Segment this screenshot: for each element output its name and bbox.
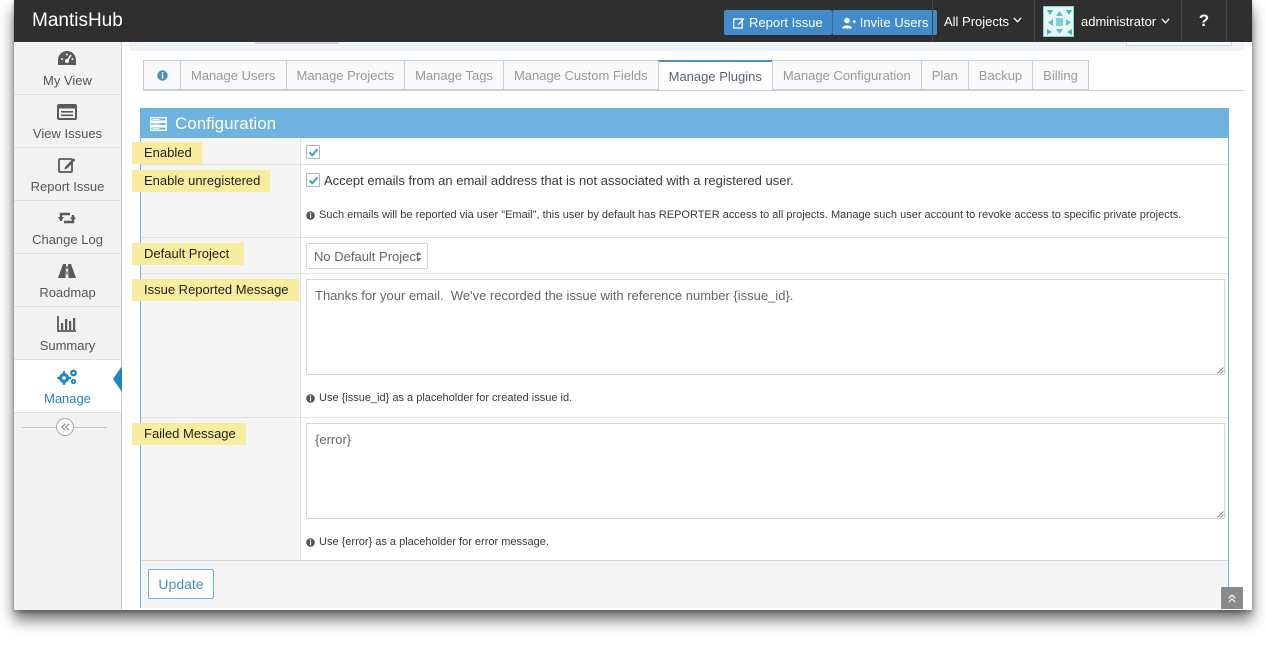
user-menu[interactable]: administrator [1035, 0, 1182, 42]
help-text: Such emails will be reported via user "E… [319, 209, 1182, 221]
active-indicator [113, 366, 122, 392]
top-strip [130, 42, 1244, 51]
enable-unregistered-label: Enable unregistered [132, 170, 271, 192]
dashboard-icon [58, 51, 76, 65]
info-icon [306, 210, 315, 220]
scroll-to-top-button[interactable] [1221, 587, 1243, 609]
sidebar-item-label: View Issues [32, 126, 103, 141]
help-button[interactable]: ? [1182, 0, 1227, 42]
configuration-header: Configuration [141, 109, 1228, 138]
tab-manage-users[interactable]: Manage Users [180, 60, 286, 90]
edit-icon [58, 158, 76, 173]
user-plus-icon [841, 17, 856, 28]
tab-manage-plugins[interactable]: Manage Plugins [657, 60, 772, 91]
tab-plan[interactable]: Plan [920, 60, 968, 90]
sidebar-item-label: My View [43, 73, 92, 88]
issue-reported-message-label: Issue Reported Message [132, 279, 299, 301]
check-icon [308, 176, 319, 185]
tab-billing[interactable]: Billing [1032, 60, 1089, 90]
top-navbar: MantisHub Report Issue Invite Users All … [14, 0, 1252, 42]
info-icon [306, 537, 315, 547]
road-icon [58, 264, 76, 278]
failed-message-help: Use {error} as a placeholder for error m… [306, 536, 549, 548]
chevron-down-icon [1013, 17, 1022, 23]
default-project-value: No Default Project [314, 248, 420, 264]
issue-reported-message-textarea[interactable]: Thanks for your email. We've recorded th… [306, 279, 1225, 375]
row-issue-reported-message: Issue Reported Message Thanks for your e… [132, 274, 1228, 418]
sidebar-item-label: Change Log [32, 232, 103, 247]
sidebar-collapse-button[interactable] [56, 418, 74, 436]
help-text: Use {error} as a placeholder for error m… [319, 536, 549, 548]
resize-grip-icon[interactable] [1217, 511, 1224, 518]
tab-info[interactable] [143, 60, 180, 90]
server-list-icon [150, 116, 167, 131]
info-icon [156, 69, 168, 81]
main-content: Manage Users Manage Projects Manage Tags… [123, 42, 1252, 610]
sidebar-item-label: Summary [39, 338, 96, 353]
chevron-down-icon [1161, 18, 1170, 24]
enable-unregistered-text: Accept emails from an email address that… [324, 173, 794, 188]
enable-unregistered-help: Such emails will be reported via user "E… [306, 209, 1181, 221]
sidebar-collapse-bar [14, 413, 121, 441]
tab-manage-projects[interactable]: Manage Projects [285, 60, 405, 90]
report-issue-button[interactable]: Report Issue [724, 10, 832, 35]
project-selector[interactable]: All Projects [932, 0, 1035, 42]
list-icon [57, 104, 77, 120]
configuration-title: Configuration [175, 113, 277, 133]
tab-manage-custom-fields[interactable]: Manage Custom Fields [502, 60, 658, 90]
sidebar-item-report-issue[interactable]: Report Issue [14, 148, 121, 201]
issue-reported-message-help: Use {issue_id} as a placeholder for crea… [306, 392, 572, 404]
resize-grip-icon[interactable] [1217, 367, 1224, 374]
help-text: Use {issue_id} as a placeholder for crea… [319, 392, 573, 404]
app-window: MantisHub Report Issue Invite Users All … [14, 0, 1252, 610]
manage-tabs: Manage Users Manage Projects Manage Tags… [143, 60, 1089, 91]
row-default-project: Default Project No Default Project [132, 238, 1228, 274]
sidebar-item-change-log[interactable]: Change Log [14, 201, 121, 254]
sidebar-item-label: Manage [44, 391, 91, 406]
bar-chart-icon [57, 316, 76, 332]
enable-unregistered-checkbox[interactable] [306, 173, 320, 187]
edit-icon [733, 17, 745, 29]
report-issue-label: Report Issue [749, 15, 823, 30]
invite-users-button[interactable]: Invite Users [831, 10, 938, 35]
row-failed-message: Failed Message {error} Use {error} as a … [132, 418, 1228, 561]
invite-users-label: Invite Users [859, 15, 929, 30]
row-enable-unregistered: Enable unregistered Accept emails from a… [132, 165, 1228, 238]
brand-logo[interactable]: MantisHub [32, 10, 123, 32]
row-enabled: Enabled [132, 138, 1228, 165]
sidebar-item-roadmap[interactable]: Roadmap [14, 254, 121, 307]
configuration-widget: Configuration Enabled Enable unregistere… [132, 108, 1229, 608]
sidebar-item-label: Roadmap [39, 285, 96, 300]
avatar [1043, 5, 1074, 37]
default-project-select[interactable]: No Default Project [306, 243, 428, 269]
select-arrows-icon [416, 252, 422, 261]
sidebar-item-my-view[interactable]: My View [14, 42, 121, 95]
sidebar: My View View Issues Report Issue Change … [14, 42, 122, 610]
failed-message-textarea[interactable]: {error} [306, 423, 1225, 519]
failed-message-label: Failed Message [132, 423, 246, 445]
double-chevron-left-icon [60, 423, 69, 431]
default-project-label: Default Project [132, 243, 245, 265]
retweet-icon [58, 212, 76, 224]
tab-manage-configuration[interactable]: Manage Configuration [771, 60, 921, 90]
sidebar-item-view-issues[interactable]: View Issues [14, 95, 121, 148]
double-chevron-up-icon [1228, 593, 1236, 602]
tab-backup[interactable]: Backup [967, 60, 1033, 90]
enabled-label: Enabled [132, 142, 202, 164]
info-icon [306, 393, 315, 403]
tab-manage-tags[interactable]: Manage Tags [404, 60, 503, 90]
project-selector-label: All Projects [944, 13, 1010, 29]
enabled-checkbox[interactable] [306, 145, 320, 159]
navbar-button-group: Report Issue Invite Users [724, 10, 938, 35]
gears-icon [57, 369, 77, 385]
sidebar-item-manage[interactable]: Manage [14, 360, 122, 413]
user-name: administrator [1081, 13, 1157, 29]
form-footer: Update [141, 561, 1228, 608]
check-icon [308, 148, 319, 157]
update-button[interactable]: Update [148, 569, 214, 599]
sidebar-item-label: Report Issue [30, 179, 105, 194]
sidebar-item-summary[interactable]: Summary [14, 307, 121, 360]
